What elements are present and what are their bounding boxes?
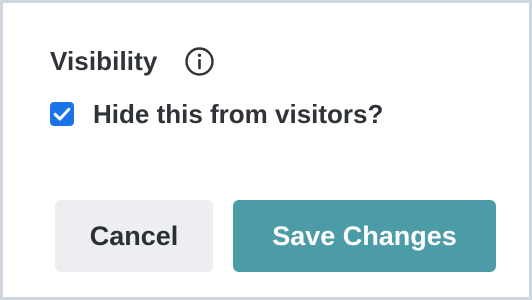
visibility-dialog: Visibility Hide this from visitors? Canc… [0,0,532,300]
info-icon[interactable] [184,46,215,77]
hide-from-visitors-label[interactable]: Hide this from visitors? [93,98,383,130]
cancel-button[interactable]: Cancel [55,200,213,272]
field-header: Visibility [50,45,215,77]
hide-from-visitors-checkbox[interactable] [50,102,74,126]
visibility-label: Visibility [50,46,158,76]
save-changes-button[interactable]: Save Changes [233,200,496,272]
checkmark-icon [53,107,71,121]
hide-from-visitors-row[interactable]: Hide this from visitors? [50,97,383,131]
